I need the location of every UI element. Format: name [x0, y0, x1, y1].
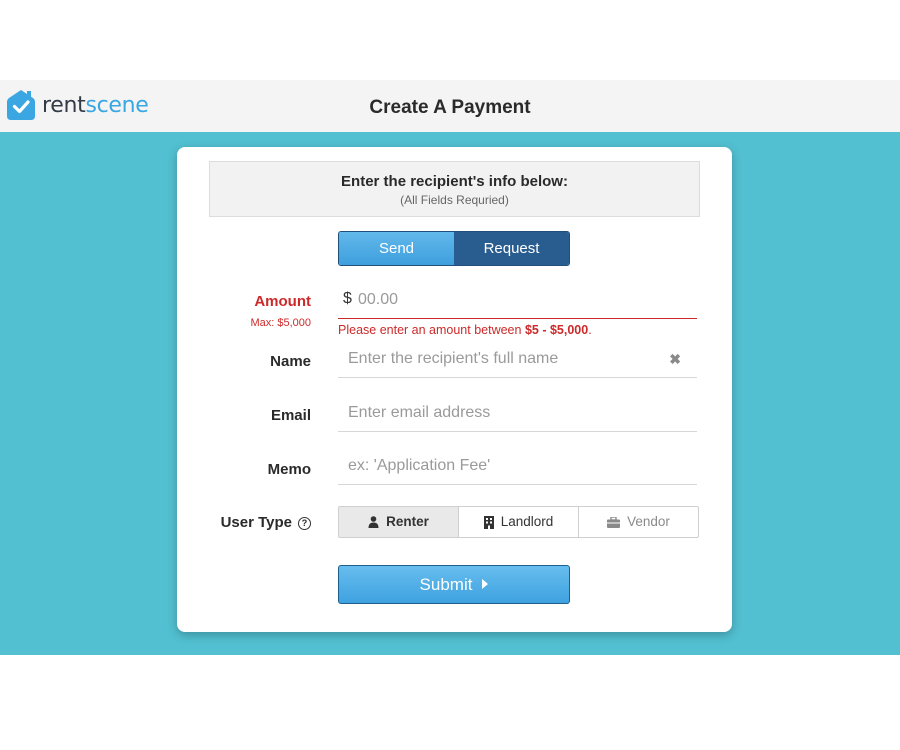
- email-input[interactable]: [346, 395, 660, 431]
- name-field: ✖: [338, 341, 697, 378]
- help-icon[interactable]: ?: [298, 517, 311, 530]
- dollar-sign: $: [343, 290, 352, 307]
- submit-button[interactable]: Submit: [338, 565, 570, 604]
- user-type-vendor[interactable]: Vendor: [579, 507, 698, 537]
- app-header: rentscene Create A Payment: [0, 80, 900, 132]
- page-title: Create A Payment: [369, 97, 531, 118]
- info-title: Enter the recipient's info below:: [341, 173, 568, 190]
- user-type-renter[interactable]: Renter: [339, 507, 459, 537]
- error-prefix: Please enter an amount between: [338, 323, 525, 337]
- amount-error-message: Please enter an amount between $5 - $5,0…: [338, 323, 592, 337]
- caret-right-icon: [482, 579, 489, 589]
- user-type-landlord[interactable]: Landlord: [459, 507, 579, 537]
- amount-max-label: Max: $5,000: [250, 317, 311, 329]
- memo-input[interactable]: [346, 448, 660, 484]
- user-type-selector: Renter Landlord Vendor: [338, 506, 699, 538]
- amount-label: Amount: [254, 293, 311, 310]
- landlord-label: Landlord: [500, 514, 554, 529]
- recipient-info-banner: Enter the recipient's info below: (All F…: [209, 161, 700, 217]
- request-button[interactable]: Request: [454, 232, 569, 265]
- info-subtitle: (All Fields Requried): [400, 193, 509, 207]
- clear-icon[interactable]: ✖: [669, 351, 681, 368]
- memo-field: [338, 448, 697, 485]
- amount-input[interactable]: [356, 282, 670, 318]
- name-input[interactable]: [346, 341, 660, 377]
- error-suffix: .: [588, 323, 592, 337]
- building-icon: [483, 515, 494, 529]
- user-type-label-wrap: User Type?: [177, 514, 311, 531]
- user-type-label: User Type: [220, 514, 292, 531]
- briefcase-icon: [607, 516, 621, 528]
- memo-label: Memo: [267, 461, 311, 478]
- renter-label: Renter: [386, 514, 429, 529]
- person-icon: [368, 516, 379, 528]
- email-label: Email: [270, 407, 311, 424]
- vendor-label: Vendor: [627, 514, 670, 529]
- email-field: [338, 395, 697, 432]
- amount-field: $: [338, 282, 697, 319]
- submit-label: Submit: [419, 575, 473, 594]
- error-range: $5 - $5,000: [524, 323, 589, 337]
- payment-form-card: Enter the recipient's info below: (All F…: [177, 147, 732, 632]
- send-button[interactable]: Send: [339, 232, 454, 265]
- send-request-toggle: Send Request: [338, 231, 570, 266]
- name-label: Name: [270, 353, 311, 370]
